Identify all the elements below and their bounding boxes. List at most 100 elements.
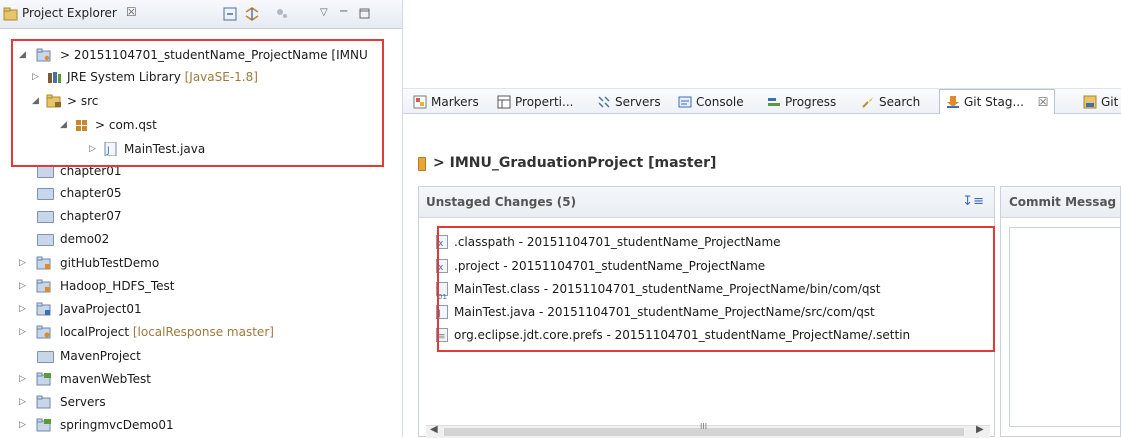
expand-twisty-icon[interactable]: ▷ (19, 414, 29, 436)
expand-twisty-icon[interactable]: ▷ (89, 138, 99, 160)
tree-item-label: JavaProject01 (60, 302, 142, 316)
tab-label: Properti... (515, 95, 574, 109)
tree-item-label: Hadoop_HDFS_Test (60, 279, 175, 293)
tree-item-label: demo02 (60, 232, 110, 246)
progress-icon (768, 98, 780, 106)
unstaged-file-row[interactable]: x .classpath - 20151104701_studentName_P… (436, 231, 781, 253)
expand-twisty-icon[interactable]: ▷ (19, 391, 29, 413)
tree-item-label: chapter07 (60, 209, 122, 223)
svg-text:J: J (106, 146, 110, 156)
unstaged-changes-title: Unstaged Changes (5) (426, 195, 577, 209)
close-tab-icon[interactable]: ☒ (1038, 95, 1049, 109)
sort-icon[interactable]: ↧≡ (962, 187, 984, 217)
markers-icon (413, 95, 427, 109)
tree-item-label: springmvcDemo01 (60, 418, 174, 432)
expand-twisty-icon[interactable]: ◢ (32, 90, 42, 112)
views-tab-bar: Markers Properti... Servers Console Prog… (403, 89, 1121, 114)
filters-icon[interactable] (274, 6, 290, 22)
tab-servers[interactable]: Servers (597, 92, 661, 112)
tab-label: Console (696, 95, 744, 109)
link-with-editor-icon[interactable] (244, 6, 260, 22)
expand-twisty-icon[interactable]: ◢ (19, 44, 29, 66)
repository-title: > IMNU_GraduationProject [master] (433, 155, 717, 171)
unstaged-file-row[interactable]: ≡ org.eclipse.jdt.core.prefs - 201511047… (436, 324, 911, 346)
repository-icon (418, 157, 426, 171)
xml-file-icon: x (436, 259, 448, 273)
expand-twisty-icon[interactable]: ▷ (19, 275, 29, 297)
text-file-icon: ≡ (436, 328, 448, 342)
tree-item-label: Servers (60, 395, 106, 409)
scroll-right-icon[interactable]: ▶ (976, 424, 984, 435)
folder-icon (37, 166, 54, 178)
expand-twisty-icon[interactable]: ▷ (32, 66, 42, 88)
tab-label: Servers (615, 95, 661, 109)
library-icon (48, 72, 61, 83)
tree-item-label: > src (67, 94, 99, 108)
class-file-icon: 01 (436, 282, 448, 301)
tab-git-staging[interactable]: Git Stag... ☒ (939, 89, 1056, 114)
tree-item-label: > com.qst (95, 118, 157, 132)
git-project-icon (36, 48, 51, 62)
expand-twisty-icon[interactable]: ▷ (19, 298, 29, 320)
git-staging-icon (947, 96, 959, 108)
web-project-icon (36, 372, 51, 386)
expand-twisty-icon[interactable]: ▷ (19, 252, 29, 274)
tab-label: Search (879, 95, 921, 109)
tab-properties[interactable]: Properti... (497, 92, 573, 112)
git-project-icon (36, 325, 51, 339)
maximize-icon[interactable] (359, 8, 370, 19)
close-view-icon[interactable]: ☒ (126, 5, 137, 19)
properties-icon (497, 95, 511, 109)
unstaged-changes-header: Unstaged Changes (5) ↧≡ (419, 187, 994, 218)
tab-git-repositories[interactable]: Git (1083, 92, 1118, 112)
tree-item-decoration: [localResponse master] (129, 325, 274, 339)
expand-twisty-icon[interactable]: ▷ (19, 321, 29, 343)
tab-label: Git (1101, 95, 1119, 109)
tab-console[interactable]: Console (678, 92, 744, 112)
commit-message-title: Commit Messag (1009, 195, 1117, 209)
project-icon (36, 279, 51, 293)
collapse-all-icon[interactable] (222, 6, 238, 22)
unstaged-file-label: MainTest.java - 20151104701_studentName_… (454, 305, 875, 319)
tree-item-label: mavenWebTest (60, 372, 151, 386)
tab-label: Git Stag... (964, 95, 1024, 109)
project-explorer-view: Project Explorer ☒ ▽ ─ ◢ > 20151104701_s… (0, 0, 403, 437)
unstaged-file-row[interactable]: x .project - 20151104701_studentName_Pro… (436, 255, 766, 277)
expand-twisty-icon[interactable]: ◢ (60, 114, 70, 136)
scrollbar-grip-icon: III (700, 422, 708, 431)
editor-area (403, 0, 1121, 89)
project-explorer-title[interactable]: Project Explorer (22, 6, 117, 20)
horizontal-scrollbar[interactable]: ◀ III ▶ (426, 422, 990, 438)
commit-message-input[interactable] (1009, 227, 1121, 427)
tab-progress[interactable]: Progress (767, 92, 836, 112)
tab-label: Markers (431, 95, 479, 109)
unstaged-file-label: MainTest.class - 20151104701_studentName… (454, 282, 881, 296)
tree-item-label: MainTest.java (124, 142, 206, 156)
java-file-icon: J (436, 305, 448, 319)
unstaged-file-label: .project - 20151104701_studentName_Proje… (454, 259, 766, 273)
folder-icon (37, 234, 54, 246)
git-repo-icon (1083, 95, 1097, 109)
commit-message-header: Commit Messag (1001, 187, 1120, 218)
tree-item-decoration: [JavaSE-1.8] (180, 70, 258, 84)
project-icon (36, 395, 51, 409)
tree-item-label: localProject (60, 325, 130, 339)
tree-item-label: gitHubTestDemo (60, 256, 160, 270)
minimize-icon[interactable]: ─ (340, 4, 347, 18)
tree-item-label: MavenProject (60, 349, 141, 363)
unstaged-file-label: org.eclipse.jdt.core.prefs - 20151104701… (454, 328, 911, 342)
project-icon (36, 256, 51, 270)
tab-search[interactable]: Search (861, 92, 920, 112)
view-menu-icon[interactable]: ▽ (320, 7, 328, 18)
scroll-left-icon[interactable]: ◀ (430, 424, 438, 435)
tab-markers[interactable]: Markers (413, 92, 479, 112)
folder-icon (37, 351, 54, 363)
commit-message-panel: Commit Messag (1000, 186, 1121, 437)
expand-twisty-icon[interactable]: ▷ (19, 368, 29, 390)
unstaged-file-row[interactable]: J MainTest.java - 20151104701_studentNam… (436, 301, 875, 323)
java-file-icon: J (104, 142, 117, 156)
source-folder-icon (46, 94, 61, 108)
project-icon (36, 302, 51, 316)
unstaged-file-row[interactable]: 01 MainTest.class - 20151104701_studentN… (436, 278, 881, 301)
tree-item-label: chapter01 (60, 164, 122, 178)
